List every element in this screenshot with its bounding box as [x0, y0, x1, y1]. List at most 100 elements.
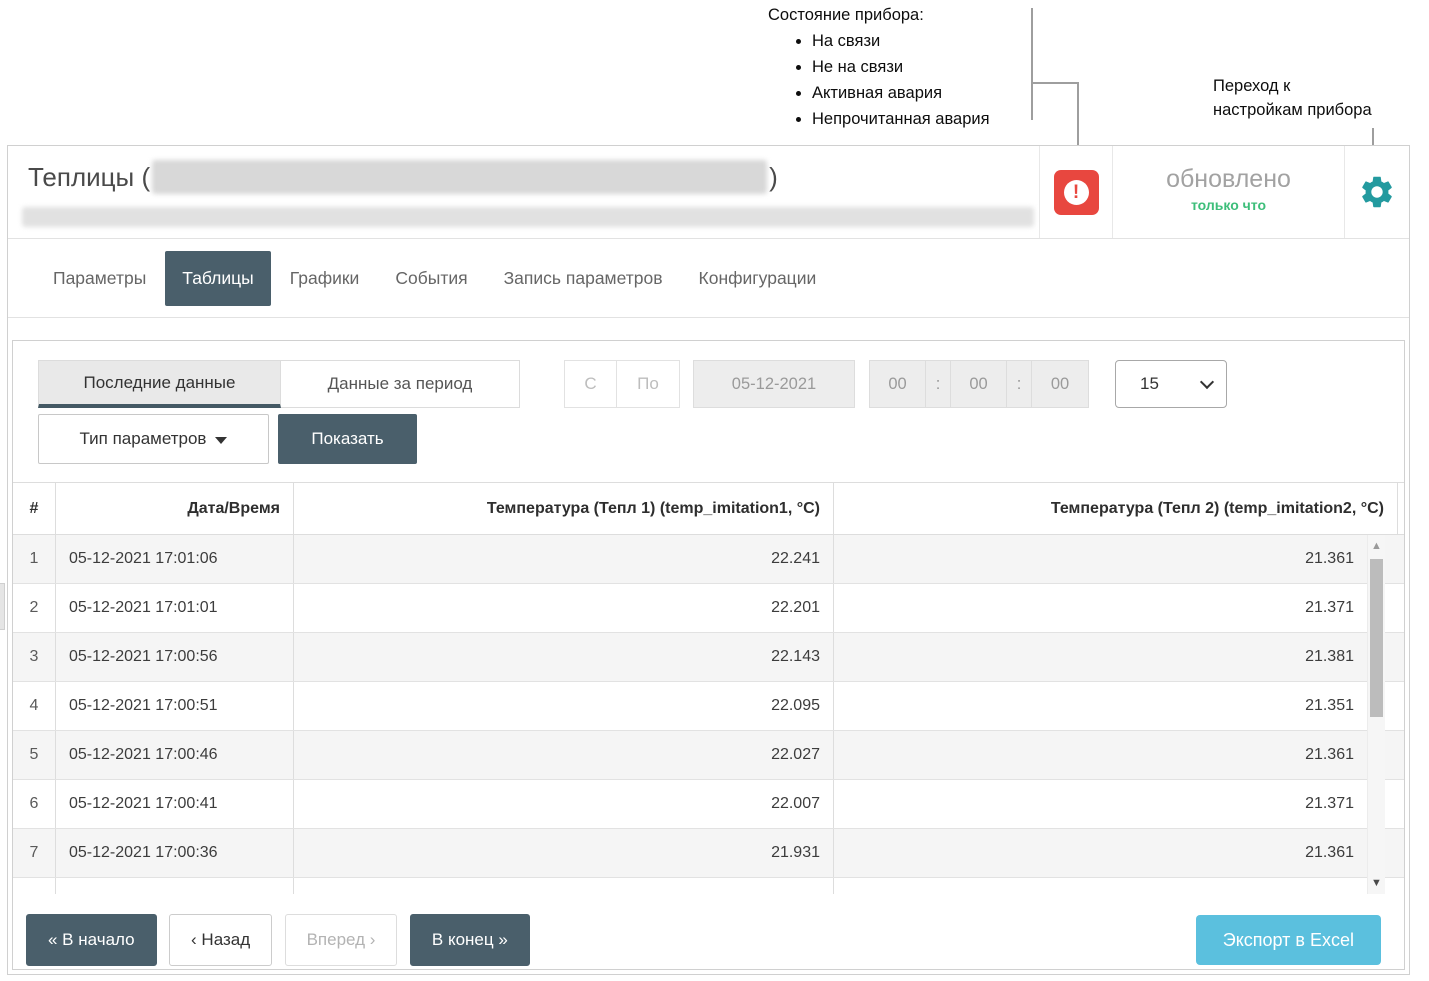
col-header-temp1: Температура (Тепл 1) (temp_imitation1, °… [294, 483, 834, 534]
table-row: 705-12-2021 17:00:3621.93121.361 [13, 829, 1404, 878]
connector-line [1031, 8, 1033, 120]
device-state-item: Активная авария [812, 84, 990, 103]
device-state-item: Не на связи [812, 58, 990, 77]
header-right-cells: ! обновлено только что [1039, 146, 1409, 238]
updated-ago-badge: только что [1113, 197, 1344, 213]
tables-panel: Последние данные Данные за период С По 0… [12, 340, 1405, 970]
to-button[interactable]: По [616, 360, 680, 408]
scroll-up-icon[interactable]: ▲ [1368, 540, 1385, 552]
temp1-value: 22.027 [294, 731, 834, 779]
table-row: 105-12-2021 17:01:0622.24121.361 [13, 535, 1404, 584]
table-row: 805-12-2021 17:00:3121.87221.351 [13, 878, 1404, 894]
device-panel: Теплицы ( ) ! обновлено только что Па [7, 145, 1410, 975]
redacted-subtitle [22, 207, 1034, 227]
data-table: # Дата/Время Температура (Тепл 1) (temp_… [13, 482, 1404, 894]
tab-parameters[interactable]: Параметры [36, 251, 163, 306]
clipped-background-element [0, 583, 5, 630]
table-row: 205-12-2021 17:01:0122.20121.371 [13, 584, 1404, 633]
tab-content: Последние данные Данные за период С По 0… [8, 340, 1409, 970]
row-number: 3 [13, 633, 56, 681]
device-status-cell: ! [1039, 146, 1112, 238]
alert-status-icon[interactable]: ! [1054, 170, 1099, 215]
next-page-button[interactable]: Вперед › [285, 914, 398, 966]
panel-header: Теплицы ( ) ! обновлено только что [8, 146, 1409, 239]
device-state-annotation: Состояние прибора: На связи Не на связи … [768, 6, 990, 136]
from-button[interactable]: С [564, 360, 616, 408]
temp2-value: 21.361 [834, 829, 1368, 877]
table-row: 305-12-2021 17:00:5622.14321.381 [13, 633, 1404, 682]
caret-down-icon [215, 437, 227, 444]
datetime-cell: 05-12-2021 17:00:46 [56, 731, 294, 779]
table-row: 605-12-2021 17:00:4122.00721.371 [13, 780, 1404, 829]
updated-label: обновлено [1113, 165, 1344, 194]
latest-data-toggle[interactable]: Последние данные [38, 360, 281, 408]
col-header-index: # [13, 483, 56, 534]
chevron-down-icon [1200, 374, 1214, 388]
rows-count-select[interactable]: 15 [1115, 360, 1227, 408]
tab-events[interactable]: События [378, 251, 484, 306]
exclamation-icon: ! [1064, 180, 1089, 205]
row-number: 4 [13, 682, 56, 730]
temp1-value: 21.931 [294, 829, 834, 877]
date-input[interactable]: 05-12-2021 [693, 360, 855, 408]
tab-configurations[interactable]: Конфигурации [682, 251, 834, 306]
scroll-down-icon[interactable]: ▼ [1368, 877, 1385, 889]
pagination-bar: « В начало ‹ Назад Вперед › В конец » Эк… [26, 914, 1404, 969]
settings-cell [1344, 146, 1409, 238]
device-state-item: На связи [812, 32, 990, 51]
col-header-temp2: Температура (Тепл 2) (temp_imitation2, °… [834, 483, 1398, 534]
row-number: 6 [13, 780, 56, 828]
first-page-button[interactable]: « В начало [26, 914, 157, 966]
tab-charts[interactable]: Графики [273, 251, 377, 306]
last-page-button[interactable]: В конец » [410, 914, 530, 966]
device-state-list: На связи Не на связи Активная авария Неп… [768, 32, 990, 129]
param-type-dropdown[interactable]: Тип параметров [38, 414, 269, 464]
row-number: 7 [13, 829, 56, 877]
row-number: 1 [13, 535, 56, 583]
time-input-group: 00 : 00 : 00 [869, 360, 1089, 408]
export-excel-button[interactable]: Экспорт в Excel [1196, 915, 1381, 965]
temp2-value: 21.361 [834, 535, 1368, 583]
gear-icon[interactable] [1358, 173, 1396, 211]
temp1-value: 22.095 [294, 682, 834, 730]
row-number: 2 [13, 584, 56, 632]
temp2-value: 21.381 [834, 633, 1368, 681]
vertical-scrollbar[interactable]: ▲ ▼ [1367, 535, 1385, 894]
prev-page-button[interactable]: ‹ Назад [169, 914, 272, 966]
tab-param-recording[interactable]: Запись параметров [487, 251, 680, 306]
datetime-cell: 05-12-2021 17:00:41 [56, 780, 294, 828]
temp2-value: 21.371 [834, 780, 1368, 828]
redacted-title [152, 160, 767, 194]
datetime-cell: 05-12-2021 17:01:01 [56, 584, 294, 632]
device-state-item: Непрочитанная авария [812, 110, 990, 129]
show-button[interactable]: Показать [278, 414, 417, 464]
datetime-cell: 05-12-2021 17:00:51 [56, 682, 294, 730]
temp1-value: 22.201 [294, 584, 834, 632]
datetime-cell: 05-12-2021 17:00:56 [56, 633, 294, 681]
time-separator: : [1007, 361, 1032, 407]
row-number: 5 [13, 731, 56, 779]
rows-count-value: 15 [1140, 374, 1159, 394]
datetime-cell: 05-12-2021 17:00:36 [56, 829, 294, 877]
page-title: Теплицы ( ) [28, 160, 778, 194]
seconds-input[interactable]: 00 [1032, 361, 1088, 407]
scrollbar-thumb[interactable] [1370, 559, 1383, 717]
col-header-datetime: Дата/Время [56, 483, 294, 534]
temp1-value: 22.143 [294, 633, 834, 681]
temp1-value: 21.872 [294, 878, 834, 894]
temp1-value: 22.241 [294, 535, 834, 583]
temp2-value: 21.371 [834, 584, 1368, 632]
tab-bar: Параметры Таблицы Графики События Запись… [8, 239, 1409, 318]
temp2-value: 21.351 [834, 878, 1368, 894]
minutes-input[interactable]: 00 [951, 361, 1007, 407]
device-state-title: Состояние прибора: [768, 6, 990, 25]
table-header: # Дата/Время Температура (Тепл 1) (temp_… [13, 482, 1404, 535]
datetime-cell: 05-12-2021 17:01:06 [56, 535, 294, 583]
table-row: 505-12-2021 17:00:4622.02721.361 [13, 731, 1404, 780]
connector-line [1031, 82, 1079, 84]
hours-input[interactable]: 00 [870, 361, 926, 407]
tab-tables[interactable]: Таблицы [165, 251, 270, 306]
period-data-toggle[interactable]: Данные за период [281, 360, 520, 408]
temp2-value: 21.361 [834, 731, 1368, 779]
temp2-value: 21.351 [834, 682, 1368, 730]
